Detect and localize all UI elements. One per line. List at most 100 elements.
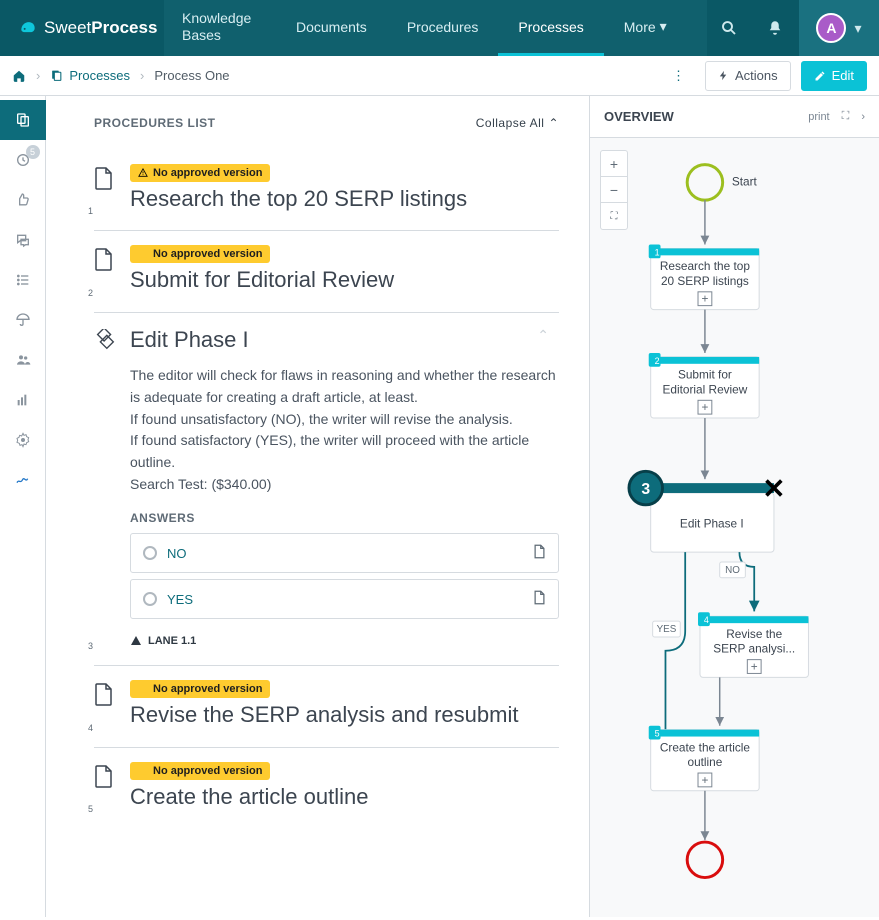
- svg-text:outline: outline: [687, 755, 722, 769]
- chevron-right-icon[interactable]: ›: [861, 111, 865, 123]
- svg-text:+: +: [701, 292, 708, 306]
- step-number: 4: [88, 723, 93, 733]
- procedure-row[interactable]: 2 No approved version Submit for Editori…: [94, 231, 559, 312]
- flowchart[interactable]: Start 1 Research the top 20 SERP listing…: [590, 138, 879, 917]
- top-nav: SweetProcess Knowledge Bases Documents P…: [0, 0, 879, 56]
- svg-text:SERP analysi...: SERP analysi...: [713, 642, 795, 656]
- rail-team-icon[interactable]: [0, 340, 46, 380]
- svg-text:20 SERP listings: 20 SERP listings: [661, 274, 749, 288]
- avatar: A: [816, 13, 846, 43]
- list-heading-row: PROCEDURES LIST Collapse All ⌃: [94, 116, 559, 130]
- edit-button[interactable]: Edit: [801, 61, 867, 91]
- zoom-in[interactable]: +: [601, 151, 627, 177]
- warning-icon: [138, 766, 148, 776]
- overview-heading-row: OVERVIEW print ⛶ ›: [590, 96, 879, 138]
- rail-list-icon[interactable]: [0, 260, 46, 300]
- nav-tabs: Knowledge Bases Documents Procedures Pro…: [164, 0, 707, 56]
- svg-text:Revise the: Revise the: [726, 627, 782, 641]
- logo-text: SweetProcess: [44, 18, 157, 38]
- zoom-out[interactable]: −: [601, 177, 627, 203]
- chevron-up-icon[interactable]: ⌃: [537, 327, 549, 344]
- rail-copy-icon[interactable]: [0, 100, 46, 140]
- procedure-row-decision[interactable]: 3 Edit Phase I The editor will check for…: [94, 313, 559, 667]
- user-menu[interactable]: A ▾: [799, 0, 879, 56]
- bolt-icon: [718, 70, 729, 81]
- procedures-list: PROCEDURES LIST Collapse All ⌃ 1 No appr…: [46, 96, 589, 917]
- actions-button[interactable]: Actions: [705, 61, 791, 91]
- warning-badge: No approved version: [130, 680, 270, 698]
- step-number: 5: [88, 804, 93, 814]
- rail-stats-icon[interactable]: [0, 380, 46, 420]
- answer-no[interactable]: NO: [130, 533, 559, 573]
- rail-trend-icon[interactable]: [0, 460, 46, 500]
- doc-icon: 4: [94, 682, 116, 728]
- nav-documents[interactable]: Documents: [276, 0, 387, 56]
- collapse-all[interactable]: Collapse All ⌃: [476, 116, 559, 130]
- answer-yes[interactable]: YES: [130, 579, 559, 619]
- chevron-down-icon: ▾: [660, 18, 667, 35]
- svg-text:+: +: [701, 773, 708, 787]
- doc-icon: [533, 590, 546, 608]
- nav-knowledge-bases[interactable]: Knowledge Bases: [164, 0, 276, 56]
- procedure-desc: The editor will check for flaws in reaso…: [130, 365, 559, 495]
- breadcrumb-processes[interactable]: Processes: [50, 68, 130, 83]
- answer-label: NO: [167, 546, 187, 561]
- zoom-fit-icon[interactable]: ⛶: [601, 203, 627, 229]
- logo[interactable]: SweetProcess: [0, 0, 164, 56]
- lane-icon: [130, 635, 142, 647]
- step-number: 2: [88, 288, 93, 298]
- decision-icon: 3: [94, 329, 116, 648]
- home-icon[interactable]: [12, 69, 26, 83]
- print-link[interactable]: print: [808, 111, 829, 123]
- rail-badge: 5: [26, 145, 40, 159]
- procedure-title: Create the article outline: [130, 784, 559, 810]
- doc-icon: 5: [94, 764, 116, 810]
- nav-procedures[interactable]: Procedures: [387, 0, 499, 56]
- svg-text:5: 5: [655, 729, 660, 739]
- rail-thumbs-icon[interactable]: [0, 180, 46, 220]
- procedure-row[interactable]: 4 No approved version Revise the SERP an…: [94, 666, 559, 747]
- svg-text:✕: ✕: [762, 473, 785, 504]
- search-icon[interactable]: [707, 0, 751, 56]
- answer-label: YES: [167, 592, 193, 607]
- radio-icon: [143, 546, 157, 560]
- bell-icon[interactable]: [753, 0, 797, 56]
- radio-icon: [143, 592, 157, 606]
- fullscreen-icon[interactable]: ⛶: [842, 110, 850, 123]
- svg-text:NO: NO: [725, 565, 740, 576]
- start-label: Start: [732, 174, 758, 188]
- step-number: 3: [88, 641, 93, 651]
- nav-more[interactable]: More ▾: [604, 0, 687, 56]
- chevron-up-icon: ⌃: [548, 116, 559, 130]
- warning-icon: [138, 168, 148, 178]
- rail-umbrella-icon[interactable]: [0, 300, 46, 340]
- breadcrumb-sep: ›: [140, 68, 144, 83]
- body: 5 PROCEDURES LIST: [0, 96, 879, 917]
- svg-text:1: 1: [655, 247, 660, 257]
- lane-label: LANE 1.1: [130, 635, 559, 647]
- svg-text:YES: YES: [657, 624, 677, 635]
- procedure-row[interactable]: 5 No approved version Create the article…: [94, 748, 559, 828]
- svg-text:4: 4: [704, 615, 709, 625]
- rail-chat-icon[interactable]: [0, 220, 46, 260]
- procedure-title: Research the top 20 SERP listings: [130, 186, 559, 212]
- svg-text:3: 3: [641, 481, 650, 498]
- svg-text:Research the top: Research the top: [660, 259, 751, 273]
- rail-gear-icon[interactable]: [0, 420, 46, 460]
- logo-icon: [18, 18, 38, 38]
- procedure-row[interactable]: 1 No approved version Research the top 2…: [94, 150, 559, 231]
- procedure-title: Submit for Editorial Review: [130, 267, 559, 293]
- rail-history-icon[interactable]: 5: [0, 140, 46, 180]
- nav-processes[interactable]: Processes: [498, 0, 603, 56]
- chevron-down-icon: ▾: [854, 20, 861, 37]
- pencil-icon: [814, 70, 826, 82]
- kebab-icon[interactable]: ⋮: [662, 68, 695, 84]
- warning-icon: [138, 249, 148, 259]
- procedure-title: Revise the SERP analysis and resubmit: [130, 702, 559, 728]
- svg-text:Create the article: Create the article: [660, 740, 750, 754]
- svg-text:+: +: [751, 659, 758, 673]
- procedure-title: Edit Phase I: [130, 327, 559, 353]
- doc-icon: 2: [94, 247, 116, 293]
- svg-text:+: +: [701, 400, 708, 414]
- svg-text:Editorial Review: Editorial Review: [663, 382, 748, 396]
